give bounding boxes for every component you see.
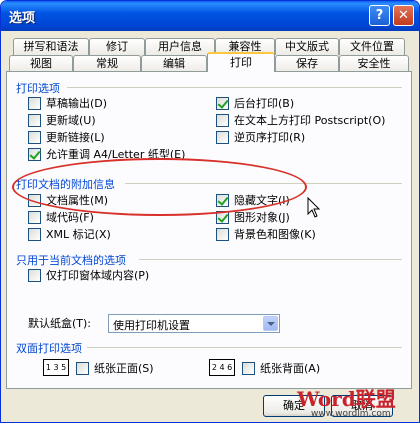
drawing-objects-label: 图形对象(J): [234, 211, 290, 224]
print-back-label: 纸张背面(A): [260, 362, 321, 375]
back-pages-icon: 2 4 6: [209, 359, 235, 376]
front-pages-icon: 1 3 5: [43, 359, 69, 376]
xml-tags-checkbox[interactable]: [28, 228, 41, 241]
background-colors-option[interactable]: 背景色和图像(K): [216, 228, 316, 241]
update-fields-option[interactable]: 更新域(U): [28, 114, 96, 127]
xml-tags-label: XML 标记(X): [46, 228, 111, 241]
print-back-option[interactable]: 纸张背面(A): [242, 362, 320, 375]
allow-resize-label: 允许重调 A4/Letter 纸型(E): [46, 148, 186, 161]
separator: [139, 259, 402, 260]
default-tray-value: 使用打印机设置: [113, 319, 190, 332]
reverse-order-label: 逆页序打印(R): [234, 131, 306, 144]
xml-tags-option[interactable]: XML 标记(X): [28, 228, 111, 241]
duplex-title: 双面打印选项: [16, 342, 82, 355]
draft-output-label: 草稿输出(D): [46, 97, 108, 110]
default-tray-label: 默认纸盒(T):: [28, 317, 92, 330]
tab-general[interactable]: 常规: [73, 55, 141, 72]
update-fields-label: 更新域(U): [46, 114, 96, 127]
allow-resize-checkbox[interactable]: [28, 148, 41, 161]
background-colors-checkbox[interactable]: [216, 228, 229, 241]
update-links-option[interactable]: 更新链接(L): [28, 131, 105, 144]
print-options-title: 打印选项: [16, 82, 60, 95]
separator: [67, 87, 402, 88]
background-printing-checkbox[interactable]: [216, 97, 229, 110]
title-bar: 选项 ? ✕: [1, 1, 419, 31]
draft-output-checkbox[interactable]: [28, 97, 41, 110]
document-properties-label: 文档属性(M): [46, 194, 109, 207]
document-properties-checkbox[interactable]: [28, 194, 41, 207]
drawing-objects-checkbox[interactable]: [216, 211, 229, 224]
field-codes-label: 域代码(F): [46, 211, 94, 224]
form-data-option[interactable]: 仅打印窗体域内容(P): [28, 269, 149, 282]
tab-print[interactable]: 打印: [207, 52, 275, 72]
chevron-down-icon[interactable]: [263, 316, 278, 331]
print-front-label: 纸张正面(S): [94, 362, 154, 375]
reverse-order-checkbox[interactable]: [216, 131, 229, 144]
separator: [125, 183, 402, 184]
form-data-label: 仅打印窗体域内容(P): [46, 269, 150, 282]
print-front-option[interactable]: 纸张正面(S): [76, 362, 154, 375]
tab-track-changes[interactable]: 修订: [89, 38, 145, 55]
update-fields-checkbox[interactable]: [28, 114, 41, 127]
default-tray-select[interactable]: 使用打印机设置: [108, 314, 280, 333]
hidden-text-option[interactable]: 隐藏文字(I): [216, 194, 290, 207]
form-data-checkbox[interactable]: [28, 269, 41, 282]
postscript-option[interactable]: 在文本上方打印 Postscript(O): [216, 114, 385, 127]
print-front-checkbox[interactable]: [76, 362, 89, 375]
watermark-logo: Word联盟 www.wordlm.com: [297, 383, 417, 421]
background-printing-option[interactable]: 后台打印(B): [216, 97, 294, 110]
field-codes-option[interactable]: 域代码(F): [28, 211, 94, 224]
document-info-title: 打印文档的附加信息: [16, 178, 115, 191]
print-tab-panel: 打印选项 草稿输出(D) 更新域(U) 更新链接(L) 允许重调 A4/Lett…: [6, 71, 412, 389]
dialog-title: 选项: [9, 11, 36, 26]
reverse-order-option[interactable]: 逆页序打印(R): [216, 131, 305, 144]
tab-user-info[interactable]: 用户信息: [145, 38, 215, 55]
separator: [87, 347, 402, 348]
field-codes-checkbox[interactable]: [28, 211, 41, 224]
background-colors-label: 背景色和图像(K): [234, 228, 316, 241]
update-links-label: 更新链接(L): [46, 131, 105, 144]
tab-spelling-grammar[interactable]: 拼写和语法: [13, 38, 89, 55]
mouse-cursor-icon: [307, 197, 321, 218]
tab-asian-typography[interactable]: 中文版式: [275, 38, 339, 55]
options-dialog: 选项 ? ✕ 拼写和语法 修订 用户信息 兼容性 中文版式 文件位置 视图 常规…: [0, 0, 420, 423]
allow-resize-option[interactable]: 允许重调 A4/Letter 纸型(E): [28, 148, 185, 161]
draft-output-option[interactable]: 草稿输出(D): [28, 97, 107, 110]
tab-save[interactable]: 保存: [275, 55, 339, 72]
tab-security[interactable]: 安全性: [339, 55, 409, 72]
hidden-text-checkbox[interactable]: [216, 194, 229, 207]
document-properties-option[interactable]: 文档属性(M): [28, 194, 108, 207]
print-back-checkbox[interactable]: [242, 362, 255, 375]
tab-view[interactable]: 视图: [9, 55, 73, 72]
tab-edit[interactable]: 编辑: [141, 55, 207, 72]
update-links-checkbox[interactable]: [28, 131, 41, 144]
current-doc-title: 只用于当前文档的选项: [16, 254, 126, 267]
postscript-checkbox[interactable]: [216, 114, 229, 127]
watermark-url: www.wordlm.com: [311, 409, 391, 419]
close-button[interactable]: ✕: [393, 5, 414, 26]
drawing-objects-option[interactable]: 图形对象(J): [216, 211, 290, 224]
postscript-label: 在文本上方打印 Postscript(O): [234, 114, 386, 127]
background-printing-label: 后台打印(B): [234, 97, 295, 110]
hidden-text-label: 隐藏文字(I): [234, 194, 290, 207]
watermark-main: Word联盟: [297, 387, 396, 411]
help-button[interactable]: ?: [369, 5, 390, 26]
tab-file-locations[interactable]: 文件位置: [339, 38, 405, 55]
